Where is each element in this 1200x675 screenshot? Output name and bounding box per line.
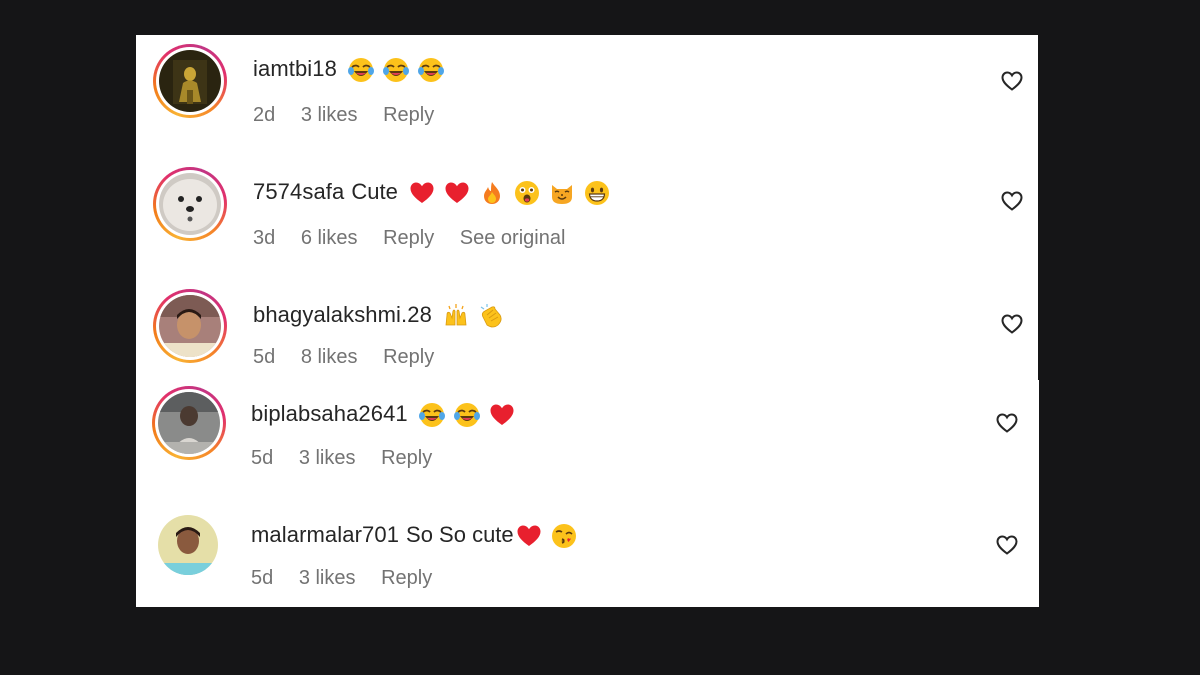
fire-emoji <box>479 180 503 204</box>
reply-button[interactable]: Reply <box>381 447 432 469</box>
comment-meta: 3d 6 likes Reply See original <box>253 227 585 250</box>
kissing-face-emoji <box>551 523 576 548</box>
heart-icon[interactable] <box>1000 189 1024 213</box>
red-heart-emoji <box>516 523 541 547</box>
comment-meta: 2d 3 likes Reply <box>253 104 454 127</box>
avatar[interactable] <box>153 289 227 363</box>
avatar[interactable] <box>152 386 226 460</box>
avatar[interactable] <box>153 44 227 118</box>
username[interactable]: malarmalar701 <box>251 522 399 548</box>
heart-icon[interactable] <box>1000 312 1024 336</box>
red-heart-emoji <box>444 180 469 204</box>
like-count[interactable]: 6 likes <box>301 227 358 249</box>
comment-time: 5d <box>251 447 274 469</box>
username[interactable]: bhagyalakshmi.28 <box>253 302 432 328</box>
comment-item: 7574safa Cute 3d 6 likes Reply See origi… <box>136 158 1038 268</box>
comment-item: malarmalar701 So So cute 5d 3 likes Repl… <box>136 502 1039 612</box>
avatar[interactable] <box>153 167 227 241</box>
like-count[interactable]: 3 likes <box>301 104 358 126</box>
comments-panel-top: iamtbi18 2d 3 likes Reply 7574safa Cute … <box>136 35 1038 380</box>
like-count[interactable]: 8 likes <box>301 346 358 368</box>
see-original-link[interactable]: See original <box>460 227 566 249</box>
laugh-cry-emoji <box>417 57 444 82</box>
reply-button[interactable]: Reply <box>383 227 434 249</box>
comment-meta: 5d 3 likes Reply <box>251 567 452 590</box>
heart-icon[interactable] <box>1000 69 1024 93</box>
comment-time: 2d <box>253 104 276 126</box>
like-count[interactable]: 3 likes <box>299 567 356 589</box>
cat-face-emoji <box>549 180 573 204</box>
comment-meta: 5d 8 likes Reply <box>253 346 454 369</box>
comment-meta: 5d 3 likes Reply <box>251 447 452 470</box>
username[interactable]: 7574safa <box>253 179 344 205</box>
reply-button[interactable]: Reply <box>383 346 434 368</box>
laugh-cry-emoji <box>347 57 374 82</box>
username[interactable]: iamtbi18 <box>253 56 337 82</box>
comment-text: Cute <box>351 179 398 204</box>
grinning-face-emoji <box>584 180 609 205</box>
astonished-face-emoji <box>514 180 539 205</box>
laugh-cry-emoji <box>453 402 480 427</box>
username[interactable]: biplabsaha2641 <box>251 401 408 427</box>
raising-hands-emoji <box>443 303 467 327</box>
heart-icon[interactable] <box>995 411 1019 435</box>
red-heart-emoji <box>489 402 514 426</box>
like-count[interactable]: 3 likes <box>299 447 356 469</box>
reply-button[interactable]: Reply <box>383 104 434 126</box>
red-heart-emoji <box>409 180 434 204</box>
comment-time: 5d <box>253 346 276 368</box>
comment-time: 3d <box>253 227 276 249</box>
comment-item: biplabsaha2641 5d 3 likes Reply <box>136 380 1039 490</box>
comments-panel-bottom: biplabsaha2641 5d 3 likes Reply malarmal… <box>136 380 1039 607</box>
comment-item: bhagyalakshmi.28 5d 8 likes Reply <box>136 280 1038 390</box>
comment-item: iamtbi18 2d 3 likes Reply <box>136 35 1038 145</box>
laugh-cry-emoji <box>382 57 409 82</box>
avatar[interactable] <box>153 510 223 580</box>
clapping-hands-emoji <box>478 303 502 328</box>
laugh-cry-emoji <box>418 402 445 427</box>
heart-icon[interactable] <box>995 533 1019 557</box>
comment-text: So So cute <box>406 522 514 547</box>
reply-button[interactable]: Reply <box>381 567 432 589</box>
comment-time: 5d <box>251 567 274 589</box>
